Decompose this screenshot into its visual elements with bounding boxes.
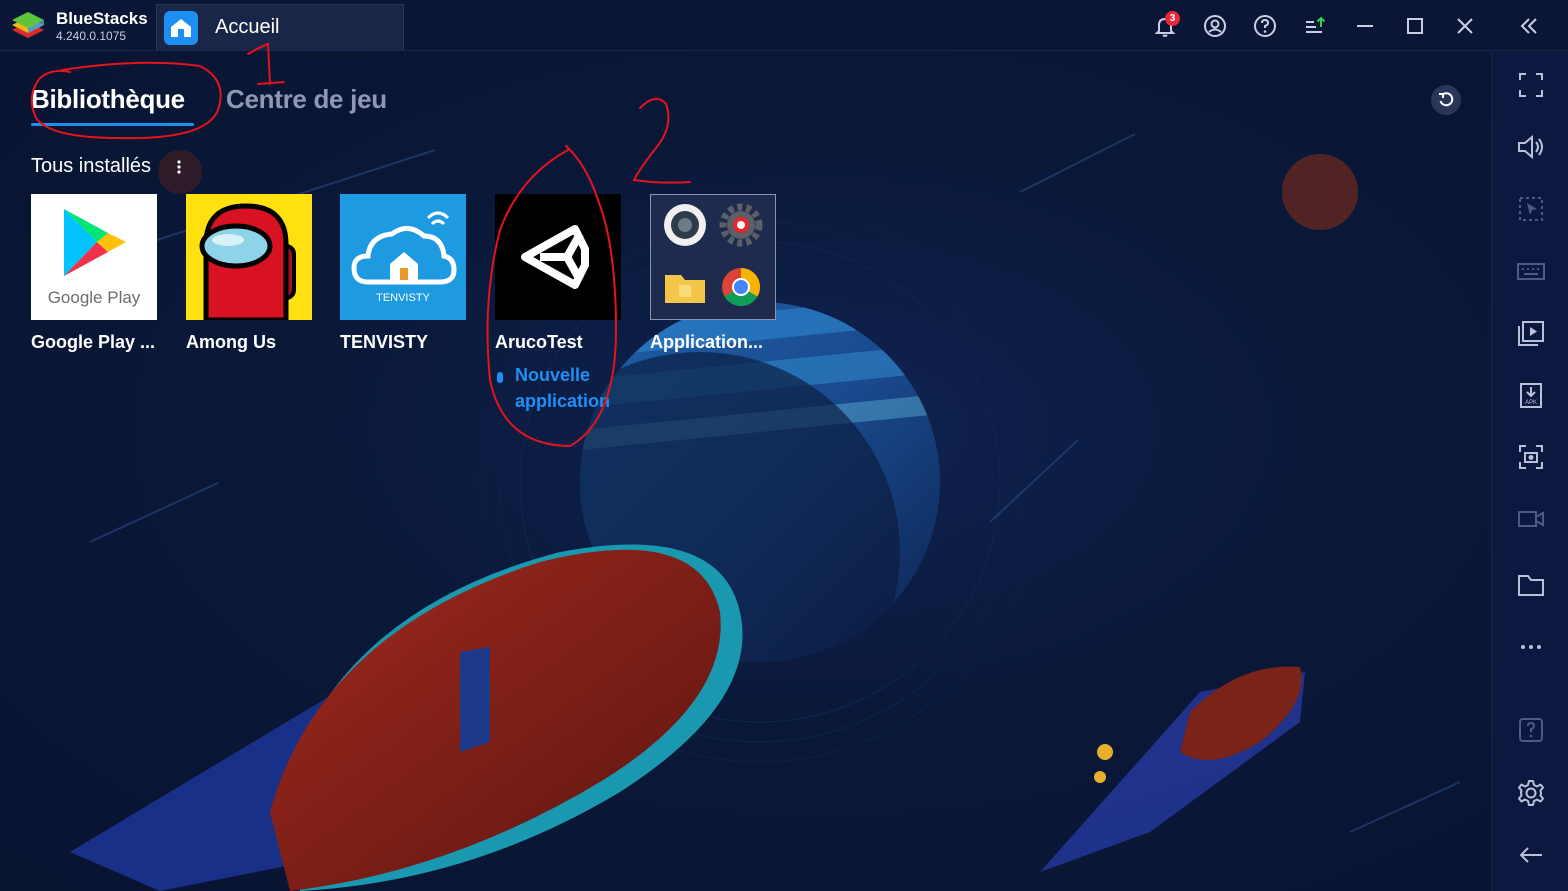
- more-button[interactable]: [1492, 624, 1568, 670]
- tab-home[interactable]: Accueil: [156, 4, 404, 50]
- app-name-among-us: Among Us: [186, 332, 276, 352]
- google-play-logo-text: Google Play: [47, 288, 141, 307]
- tenvisty-icon-text: TENVISTY: [376, 292, 430, 304]
- tab-library-underline: [31, 123, 194, 126]
- new-app-dot: [497, 372, 503, 383]
- app-name-system-apps: Application...: [650, 332, 764, 352]
- help-icon: [1518, 718, 1543, 742]
- app-name-google-play: Google Play ...: [31, 332, 156, 352]
- system-apps-folder-icon: [650, 194, 776, 320]
- update-icon: [1306, 16, 1326, 33]
- record-button[interactable]: [1492, 496, 1568, 542]
- folder-icon: [1517, 575, 1544, 596]
- settings-button[interactable]: [1492, 770, 1568, 816]
- sidebar-help-button[interactable]: [1492, 708, 1568, 754]
- more-icon: [1520, 645, 1541, 649]
- notification-badge: 3: [1165, 11, 1180, 26]
- unity-icon: [495, 194, 621, 320]
- media-manager-icon: [1517, 321, 1544, 346]
- google-play-icon: Google Play: [31, 194, 157, 320]
- account-button[interactable]: [1190, 0, 1240, 51]
- bluestacks-window: BlueStacks 4.240.0.1075 Accueil 3 Biblio…: [0, 0, 1568, 891]
- app-tile-arucotest[interactable]: ArucoTest Nouvelle application: [495, 194, 621, 411]
- title-bar-controls: 3: [1140, 0, 1568, 51]
- volume-button[interactable]: [1492, 124, 1568, 170]
- settings-icon: [1517, 780, 1544, 806]
- section-menu-button[interactable]: [174, 156, 184, 176]
- help-button[interactable]: [1240, 0, 1290, 51]
- among-us-icon: [186, 194, 312, 320]
- pointer-button[interactable]: [1492, 186, 1568, 232]
- new-app-label: Nouvelle application: [515, 365, 611, 411]
- account-icon: [1204, 14, 1226, 37]
- maximize-button[interactable]: [1390, 0, 1440, 51]
- home-tab-icon: [164, 10, 198, 45]
- volume-icon: [1517, 134, 1543, 160]
- fullscreen-icon: [1518, 73, 1543, 97]
- tab-library[interactable]: Bibliothèque: [31, 84, 185, 115]
- screenshot-button[interactable]: [1492, 434, 1568, 480]
- minimize-button[interactable]: [1340, 0, 1390, 51]
- keyboard-button[interactable]: [1492, 248, 1568, 294]
- update-button[interactable]: [1290, 0, 1340, 51]
- folder-button[interactable]: [1492, 562, 1568, 608]
- app-name-tenvisty: TENVISTY: [340, 332, 429, 352]
- maximize-icon: [1407, 17, 1423, 34]
- right-sidebar: APK: [1491, 52, 1568, 891]
- title-bar: BlueStacks 4.240.0.1075 Accueil 3: [0, 0, 1568, 51]
- notifications-button[interactable]: 3: [1140, 0, 1190, 51]
- app-version: 4.240.0.1075: [56, 29, 127, 43]
- collapse-sidebar-button[interactable]: [1490, 0, 1568, 51]
- section-title: Tous installés: [31, 155, 152, 177]
- app-name-arucotest: ArucoTest: [495, 332, 583, 352]
- space-background: [70, 133, 1461, 891]
- apk-install-icon: APK: [1519, 383, 1542, 408]
- collapse-icon: [1520, 17, 1537, 34]
- app-tile-system-apps[interactable]: Application...: [650, 194, 776, 353]
- brand: BlueStacks 4.240.0.1075: [8, 6, 148, 46]
- svg-text:APK: APK: [1524, 400, 1536, 406]
- app-tile-tenvisty[interactable]: TENVISTY TENVISTY: [340, 194, 466, 353]
- refresh-icon: [1439, 92, 1454, 107]
- screenshot-icon: [1518, 445, 1543, 469]
- record-icon: [1517, 511, 1544, 527]
- back-icon: [1519, 847, 1542, 863]
- tab-game-center[interactable]: Centre de jeu: [226, 84, 387, 115]
- main-content: Bibliothèque Centre de jeu Tous installé…: [0, 52, 1491, 891]
- fullscreen-button[interactable]: [1492, 62, 1568, 108]
- refresh-button[interactable]: [1431, 85, 1461, 115]
- back-button[interactable]: [1492, 832, 1568, 878]
- close-button[interactable]: [1440, 0, 1490, 51]
- app-tile-among-us[interactable]: Among Us: [186, 194, 312, 353]
- app-name: BlueStacks: [56, 9, 148, 28]
- help-icon: [1254, 14, 1276, 37]
- keyboard-icon: [1516, 263, 1545, 280]
- bluestacks-logo-icon: [8, 6, 48, 46]
- pointer-icon: [1518, 197, 1543, 221]
- tenvisty-icon: TENVISTY: [340, 194, 466, 320]
- close-icon: [1457, 17, 1473, 34]
- minimize-icon: [1357, 24, 1373, 27]
- app-tile-google-play[interactable]: Google Play Google Play ...: [31, 194, 157, 353]
- new-app-tag: Nouvelle application: [497, 362, 645, 414]
- apk-install-button[interactable]: APK: [1492, 372, 1568, 418]
- more-vertical-icon: [177, 160, 181, 174]
- tab-home-label: Accueil: [215, 16, 280, 38]
- media-manager-button[interactable]: [1492, 310, 1568, 356]
